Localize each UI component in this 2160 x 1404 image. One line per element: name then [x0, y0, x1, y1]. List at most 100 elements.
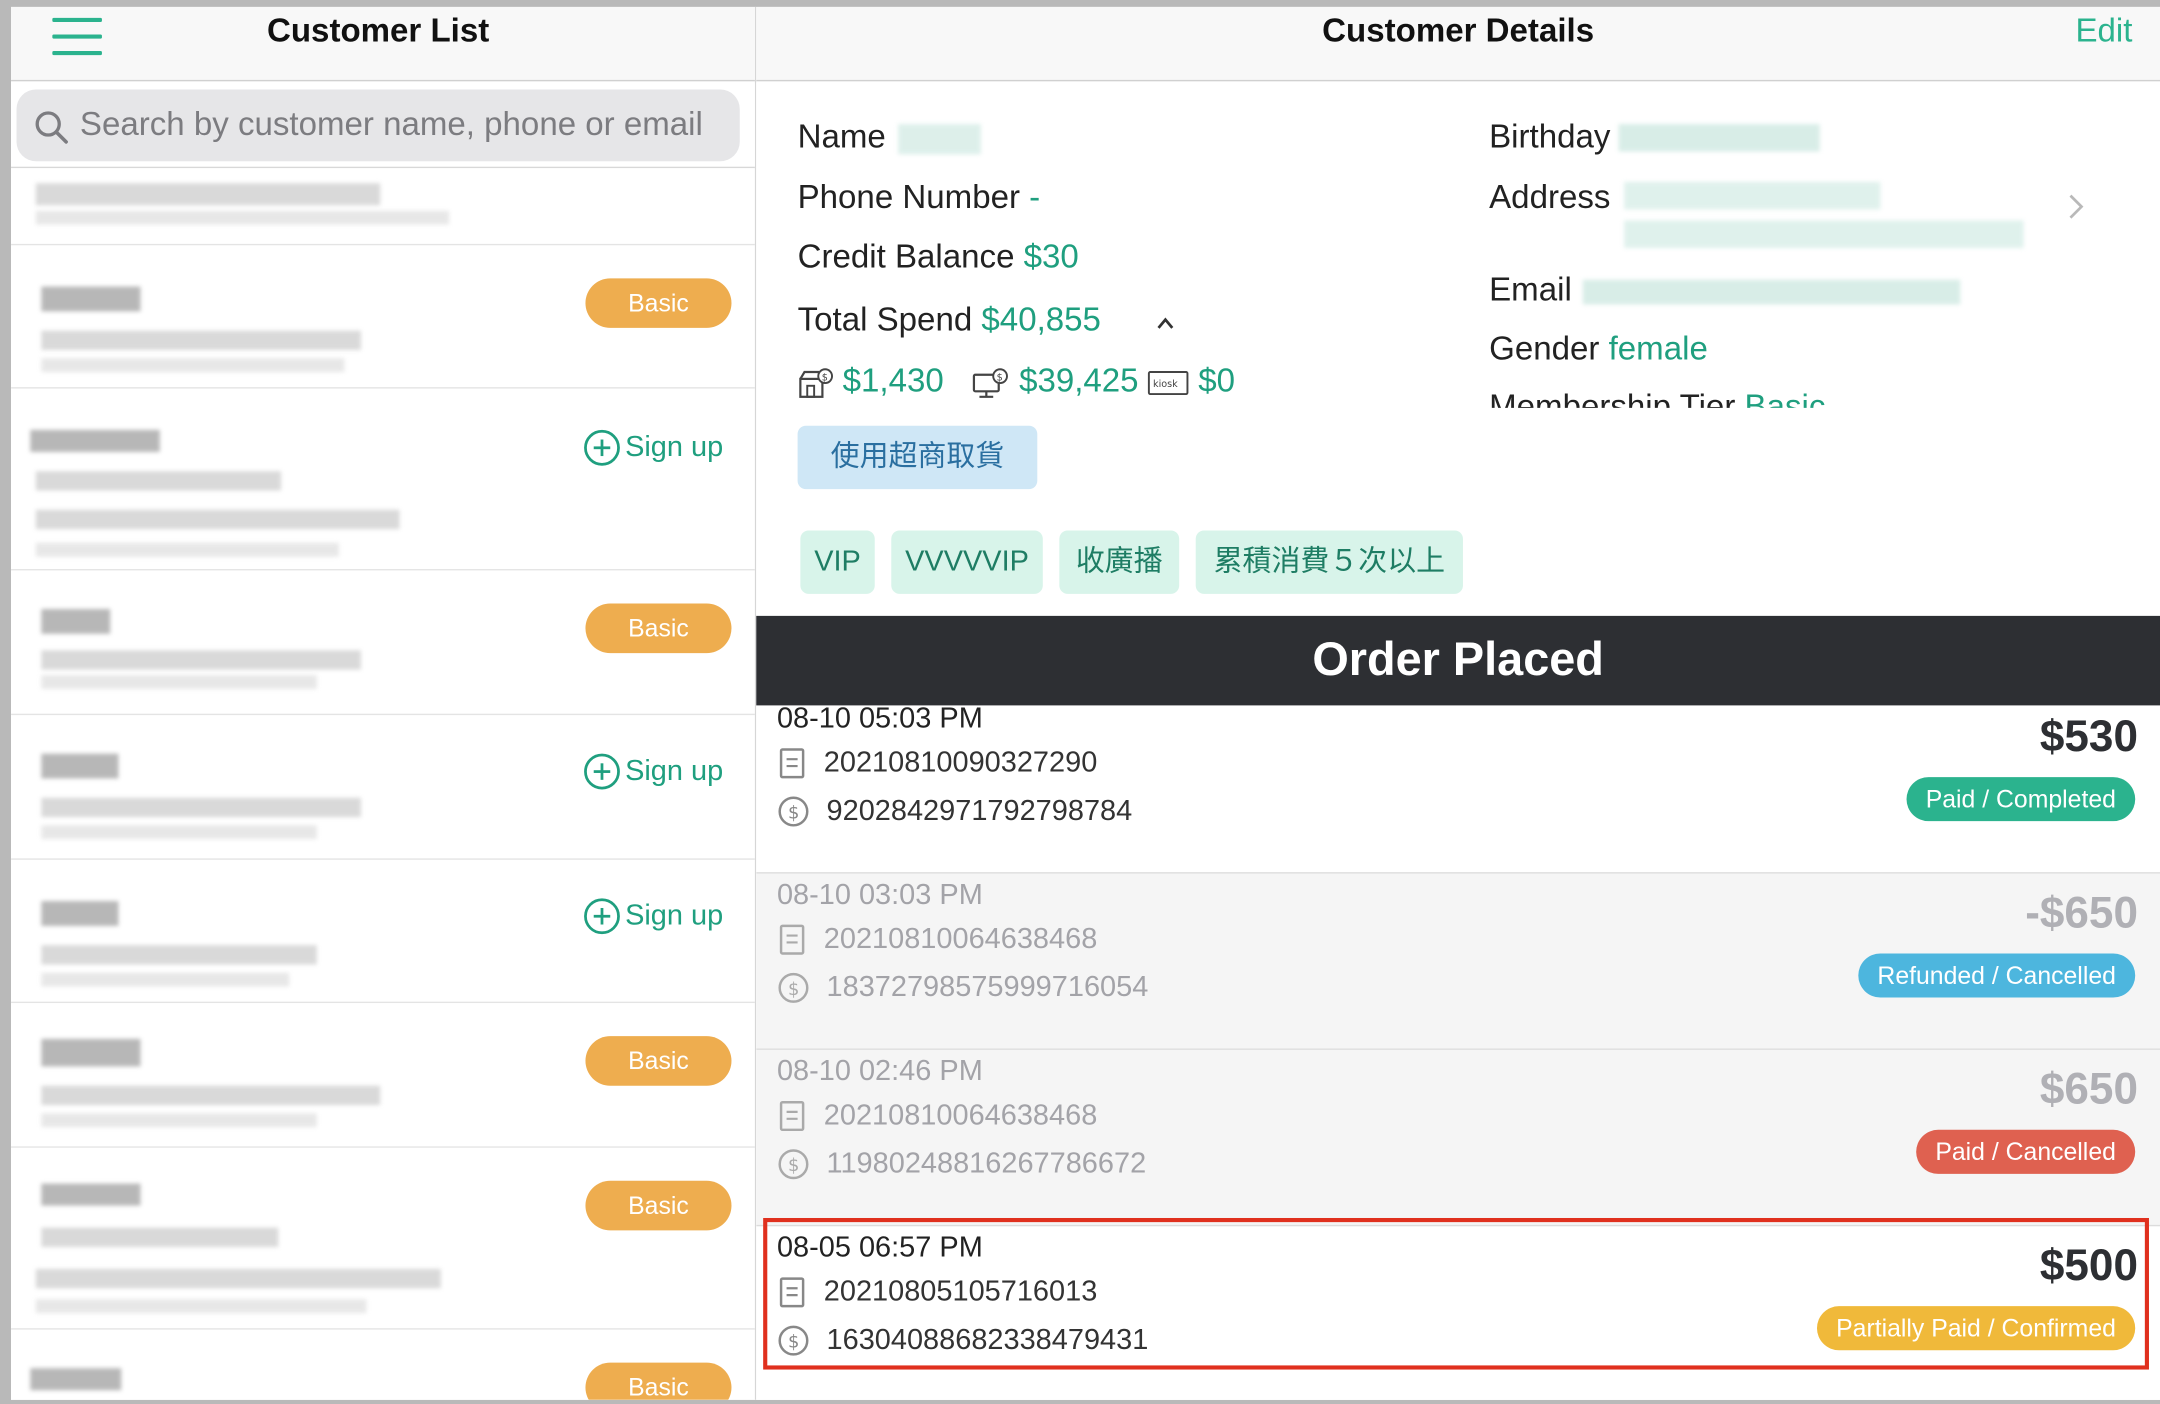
order-status-badge: Paid / Cancelled	[1916, 1129, 2136, 1174]
gender-field: Gender female	[1489, 330, 1708, 368]
edit-button[interactable]: Edit	[2075, 12, 2132, 51]
order-datetime: 08-10 02:46 PM	[776, 1055, 983, 1088]
online-spend-value: $39,425	[1019, 362, 1139, 400]
payment-number: $ 16304088682338479431	[777, 1324, 1148, 1357]
chevron-up-icon[interactable]	[1156, 314, 1175, 333]
customer-info: Name Phone Number - Credit Balance $30 T…	[756, 82, 2160, 616]
membership-badge: Basic	[585, 603, 732, 654]
store-spend-value: $1,430	[842, 362, 944, 400]
dollar-circle-icon: $	[778, 972, 809, 1003]
order-status-badge: Refunded / Cancelled	[1858, 953, 2136, 998]
birthday-field: Birthday	[1489, 118, 1611, 156]
total-spend-value: $40,855	[981, 301, 1101, 339]
svg-text:$: $	[997, 372, 1003, 383]
order-datetime: 08-10 05:03 PM	[776, 705, 983, 735]
order-number: 20210810064638468	[777, 1100, 1097, 1133]
order-row[interactable]: 08-10 03:03 PM 20210810064638468 $ 18372…	[756, 873, 2160, 1050]
email-field: Email	[1489, 271, 1572, 309]
phone-field: Phone Number -	[797, 179, 1041, 217]
plus-circle-icon	[583, 898, 620, 935]
sign-up-button[interactable]: Sign up	[583, 427, 723, 468]
dollar-circle-icon: $	[778, 796, 809, 827]
order-amount: $500	[2039, 1240, 2138, 1290]
order-datetime: 08-05 06:57 PM	[776, 1231, 983, 1264]
convenience-store-pickup-button[interactable]: 使用超商取貨	[797, 425, 1038, 490]
address-field[interactable]: Address	[1489, 179, 1610, 218]
dollar-circle-icon: $	[778, 1149, 809, 1180]
customer-row[interactable]: Sign up	[11, 715, 755, 860]
svg-text:$: $	[788, 1332, 799, 1353]
customer-details-pane: Customer Details Edit Name Phone Number …	[756, 6, 2160, 1400]
svg-text:$: $	[822, 372, 828, 383]
customer-row[interactable]: Basic	[11, 1330, 755, 1400]
plus-circle-icon	[583, 753, 620, 790]
page-title: Customer List	[266, 12, 490, 50]
order-list: 08-10 05:03 PM 20210810090327290 $ 92028…	[756, 705, 2160, 1400]
sign-up-button[interactable]: Sign up	[583, 751, 723, 792]
order-number: 20210810064638468	[777, 923, 1097, 956]
payment-number: $ 9202842971792798784	[777, 795, 1132, 828]
svg-text:kiosk: kiosk	[1153, 379, 1178, 390]
search-bar	[11, 82, 755, 169]
customer-row[interactable]: Sign up	[11, 389, 755, 571]
svg-text:$: $	[788, 802, 799, 823]
search-icon	[35, 111, 68, 144]
customer-row[interactable]: Basic	[11, 570, 755, 716]
order-datetime: 08-10 03:03 PM	[776, 879, 983, 911]
customer-row[interactable]: Sign up	[11, 860, 755, 1004]
gender-value: female	[1608, 330, 1708, 368]
search-input[interactable]	[79, 100, 728, 151]
order-status-badge: Paid / Completed	[1906, 777, 2136, 822]
customer-tag: VVVVVIP	[891, 530, 1043, 594]
customer-row[interactable]: Basic	[11, 1148, 755, 1330]
credit-balance-value: $30	[1023, 238, 1079, 276]
customer-list-header: Customer List	[11, 6, 755, 82]
membership-badge: Basic	[585, 1036, 732, 1086]
store-icon: $	[799, 367, 834, 398]
receipt-icon	[779, 1101, 805, 1132]
customer-tag: 收廣播	[1059, 530, 1180, 594]
search-field[interactable]	[16, 89, 740, 162]
name-field: Name	[797, 118, 886, 156]
membership-badge: Basic	[585, 1180, 732, 1231]
dollar-circle-icon: $	[778, 1325, 809, 1356]
customer-list: Basic Sign up Basic Sign up Sign up Basi…	[11, 169, 755, 1400]
order-amount: $650	[2039, 1063, 2138, 1114]
membership-badge: Basic	[585, 1362, 732, 1400]
details-title: Customer Details	[1322, 12, 1595, 50]
spend-breakdown: $ $1,430 $ $39,425 kiosk $0	[798, 362, 1235, 401]
svg-text:$: $	[788, 979, 799, 1000]
chevron-right-icon[interactable]	[2068, 193, 2085, 221]
customer-row[interactable]	[11, 169, 755, 246]
receipt-icon	[779, 924, 805, 955]
customer-row[interactable]: Basic	[11, 1003, 755, 1148]
plus-circle-icon	[583, 429, 620, 466]
order-status-badge: Partially Paid / Confirmed	[1816, 1306, 2136, 1351]
order-amount: $530	[2039, 710, 2138, 761]
svg-text:$: $	[788, 1155, 799, 1176]
order-row[interactable]: 08-10 05:03 PM 20210810090327290 $ 92028…	[756, 705, 2160, 874]
order-row[interactable]: 08-10 02:46 PM 20210810064638468 $ 11980…	[756, 1049, 2160, 1227]
order-number: 20210805105716013	[777, 1276, 1097, 1309]
receipt-icon	[779, 748, 805, 779]
credit-balance-field: Credit Balance $30	[797, 238, 1079, 276]
customer-list-pane: Customer List Basic	[11, 6, 757, 1400]
order-row[interactable]: 08-05 06:57 PM 20210805105716013 $ 16304…	[756, 1226, 2160, 1400]
membership-tier-field: Membership Tier Basic	[1489, 388, 1826, 408]
kiosk-spend-value: $0	[1198, 362, 1236, 400]
customer-tag: VIP	[800, 530, 875, 594]
order-amount: -$650	[2025, 887, 2138, 937]
payment-number: $ 11980248816267786672	[777, 1148, 1146, 1181]
total-spend-field[interactable]: Total Spend $40,855	[798, 302, 1101, 341]
payment-number: $ 18372798575999716054	[777, 971, 1148, 1004]
receipt-icon	[779, 1277, 805, 1308]
customer-details-header: Customer Details Edit	[756, 6, 2160, 82]
membership-badge: Basic	[585, 278, 732, 328]
online-store-icon: $	[972, 367, 1009, 398]
order-number: 20210810090327290	[777, 747, 1097, 780]
sign-up-button[interactable]: Sign up	[583, 896, 723, 937]
phone-value: -	[1029, 179, 1041, 217]
kiosk-icon: kiosk	[1148, 370, 1189, 395]
orders-section-header: Order Placed	[756, 615, 2160, 706]
customer-row[interactable]: Basic	[11, 245, 755, 389]
